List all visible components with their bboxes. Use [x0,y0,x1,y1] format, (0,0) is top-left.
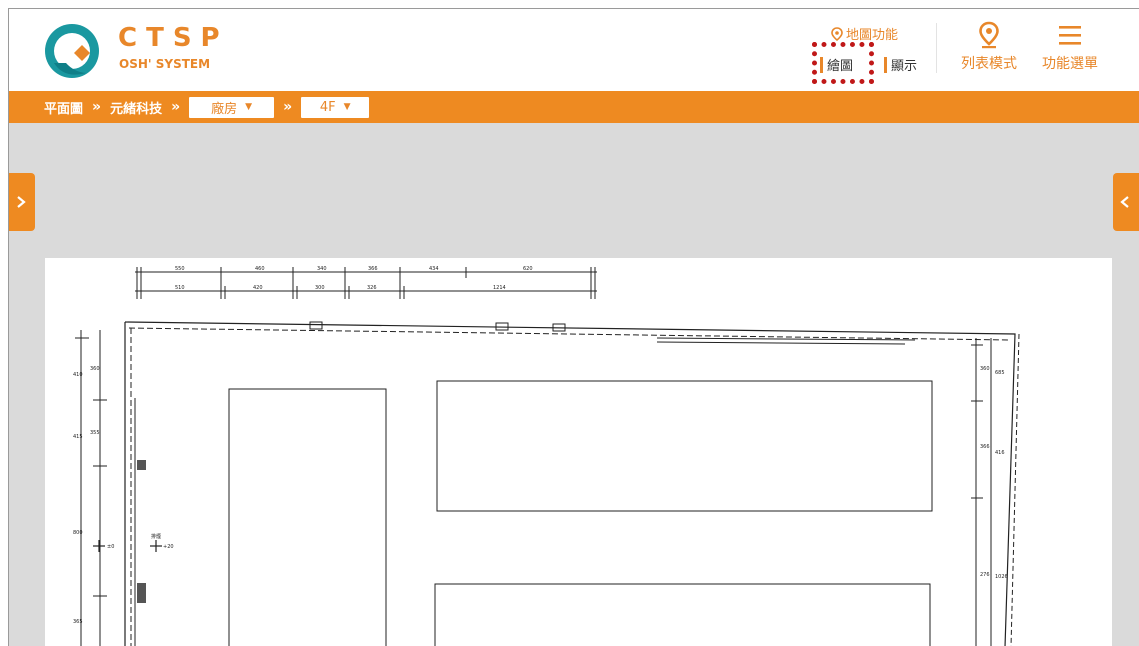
dimension-label: 366 [980,444,990,450]
dimension-label: 420 [253,285,263,291]
breadcrumb-company[interactable]: 元緒科技 [110,98,162,117]
toggle-marker [884,56,887,73]
location-pin-icon [831,26,843,41]
breadcrumb-separator: » [92,99,102,115]
dimension-label: 1026 [995,574,1008,580]
dimension-label: 510 [175,285,185,291]
left-panel-toggle[interactable] [9,173,35,231]
map-function-label: 地圖功能 [846,28,899,43]
function-menu-button[interactable]: 功能選單 [1033,21,1107,73]
dimension-label: 366 [368,266,378,272]
dimension-label: 360 [980,366,990,372]
plan-annotation: 排煙 [151,533,161,540]
caret-down-icon: ▼ [343,102,351,112]
dimension-label: 620 [523,266,533,272]
dimension-label: 360 [90,366,100,372]
breadcrumb-separator: » [171,99,181,115]
elevation-label: ±0 [107,544,114,550]
dimension-label: 355 [90,430,100,436]
location-pin-icon [979,21,999,49]
app-frame: CTSP OSH' SYSTEM 地圖功能 繪圖 顯示 列表模式 功能選單 平面… [8,8,1139,646]
dimension-label: 276 [980,572,990,578]
toggle-marker [820,56,823,73]
dimension-label: 550 [175,266,185,272]
draw-label: 繪圖 [827,59,854,74]
dimension-label: 365 [73,619,83,625]
hamburger-menu-icon [1059,26,1081,45]
dimension-label: 460 [255,266,265,272]
map-function-button[interactable]: 地圖功能 [831,24,898,43]
list-mode-label: 列表模式 [961,56,1017,72]
show-toggle[interactable]: 顯示 [884,55,917,74]
dimension-label: 326 [367,285,377,291]
equipment-icon[interactable] [137,460,146,470]
header: CTSP OSH' SYSTEM 地圖功能 繪圖 顯示 列表模式 功能選單 [9,9,1139,91]
caret-down-icon: ▼ [245,102,253,112]
brand-subtitle: OSH' SYSTEM [119,57,211,71]
plant-select[interactable]: 廠房 ▼ [189,96,275,118]
function-menu-label: 功能選單 [1042,56,1098,72]
elevation-marker-icon [93,540,162,552]
breadcrumb-separator: » [283,99,293,115]
breadcrumb: 平面圖 » 元緒科技 » 廠房 ▼ » 4F ▼ [9,91,1139,123]
right-panel-toggle[interactable] [1113,173,1139,231]
logo-icon [45,24,99,78]
list-mode-button[interactable]: 列表模式 [951,21,1027,73]
elevation-label: +20 [163,544,174,550]
dimension-label: 685 [995,370,1005,376]
dimension-label: 800 [73,530,83,536]
dimension-label: 340 [317,266,327,272]
plant-select-value: 廠房 [211,101,238,117]
floor-select[interactable]: 4F ▼ [301,96,370,118]
dimension-label: 410 [73,372,83,378]
floor-plan[interactable]: 550 460 340 366 434 620 510 420 300 326 … [45,258,1112,646]
equipment-icon[interactable] [137,583,146,603]
draw-toggle[interactable]: 繪圖 [820,55,853,74]
dimension-label: 416 [995,450,1005,456]
dimension-label: 300 [315,285,325,291]
chevron-right-icon [17,196,26,208]
dimension-label: 1214 [493,285,506,291]
map-canvas[interactable]: 550 460 340 366 434 620 510 420 300 326 … [9,123,1139,646]
show-label: 顯示 [891,59,918,74]
brand-name: CTSP [118,23,229,53]
dimension-label: 415 [73,434,83,440]
divider [936,23,937,73]
floor-select-value: 4F [319,99,336,115]
dimension-label: 434 [429,266,439,272]
floor-plan-drawing: 550 460 340 366 434 620 510 420 300 326 … [73,266,1020,646]
breadcrumb-root[interactable]: 平面圖 [44,98,83,117]
chevron-left-icon [1120,196,1129,208]
